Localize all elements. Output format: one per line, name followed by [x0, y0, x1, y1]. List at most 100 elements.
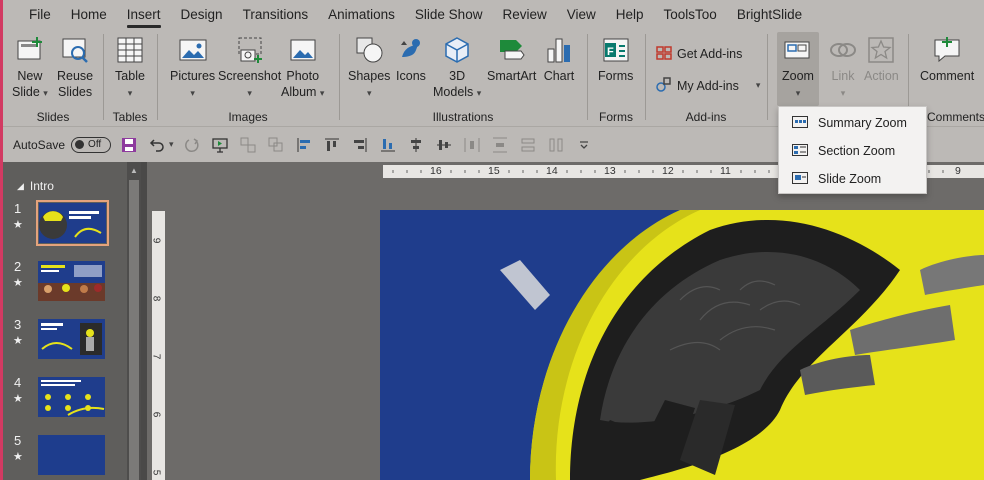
slide-number: 1 — [14, 201, 22, 216]
section-zoom-label: Section Zoom — [818, 144, 896, 158]
redo-icon[interactable] — [184, 137, 200, 153]
section-name: Intro — [29, 179, 54, 193]
slide-zoom-item[interactable]: Slide Zoom — [779, 165, 926, 193]
table-icon — [114, 34, 146, 66]
same-height-icon[interactable] — [548, 137, 564, 153]
pictures-button[interactable]: Pictures ▾ — [170, 34, 215, 101]
toggle-state: Off — [88, 139, 102, 150]
pane-splitter[interactable] — [141, 162, 147, 480]
pictures-label: Pictures ▾ — [170, 69, 216, 98]
screenshot-button[interactable]: Screenshot ▾ — [218, 34, 281, 101]
slide-thumbnail-1[interactable] — [36, 200, 109, 246]
smartart-button[interactable]: SmartArt — [487, 34, 536, 84]
photo-album-label: Photo Album ▾ — [281, 69, 325, 99]
summary-zoom-icon — [792, 115, 808, 131]
action-label: Action — [864, 69, 899, 83]
table-button[interactable]: Table ▾ — [114, 34, 146, 101]
svg-text:F: F — [607, 46, 614, 58]
zoom-button[interactable]: Zoom ▾ — [777, 32, 819, 106]
photo-album-icon — [287, 34, 319, 66]
icons-button[interactable]: Icons — [395, 34, 427, 84]
icons-icon — [395, 34, 427, 66]
distribute-vertical-icon[interactable] — [492, 137, 508, 153]
new-slide-label: New Slide ▾ — [12, 69, 48, 99]
tab-home[interactable]: Home — [61, 0, 117, 30]
section-zoom-item[interactable]: Section Zoom — [779, 137, 926, 165]
slide-thumbnail-5[interactable] — [38, 435, 105, 475]
collapse-triangle-icon[interactable]: ◢ — [17, 181, 24, 192]
autosave-label: AutoSave — [13, 137, 66, 152]
group-label-forms: Forms — [599, 110, 633, 124]
present-icon[interactable] — [211, 137, 228, 153]
tab-review[interactable]: Review — [492, 0, 556, 30]
slide-thumbnail-4[interactable] — [38, 377, 105, 417]
same-width-icon[interactable] — [520, 137, 536, 153]
ungroup-icon[interactable] — [268, 137, 284, 153]
slide-thumbnail-2[interactable] — [38, 261, 105, 301]
section-header[interactable]: ◢ Intro — [17, 179, 54, 193]
tab-slide-show[interactable]: Slide Show — [405, 0, 493, 30]
tab-toolstoo[interactable]: ToolsToo — [654, 0, 727, 30]
tab-insert[interactable]: Insert — [117, 0, 171, 30]
align-left-icon[interactable] — [296, 137, 312, 153]
group-separator — [645, 34, 646, 120]
shapes-button[interactable]: Shapes ▾ — [348, 34, 390, 101]
link-button[interactable]: Link ▾ — [827, 34, 859, 101]
slide-thumbnail-3[interactable] — [38, 319, 105, 359]
align-bottom-icon[interactable] — [380, 137, 396, 153]
summary-zoom-label: Summary Zoom — [818, 116, 907, 130]
customize-qat-icon[interactable] — [576, 137, 592, 153]
undo-icon[interactable] — [149, 137, 165, 153]
group-separator — [339, 34, 340, 120]
slide-thumbnail-pane[interactable]: ◢ Intro 1 ★ 2 ★ 3 ★ 4 ★ 5 ★ — [3, 162, 127, 480]
undo-dropdown-icon[interactable]: ▾ — [169, 139, 174, 150]
forms-button[interactable]: F Forms — [598, 34, 633, 84]
reuse-slides-button[interactable]: Reuse Slides — [57, 34, 93, 100]
my-addins-button[interactable]: My Add-ins ▾ — [656, 76, 760, 95]
align-top-icon[interactable] — [324, 137, 340, 153]
ruler-tick-label: 14 — [546, 165, 558, 177]
autosave-toggle[interactable]: Off — [71, 136, 112, 153]
thumbnail-scrollbar[interactable]: ▲ — [127, 162, 141, 480]
3d-models-button[interactable]: 3D Models ▾ — [433, 34, 481, 101]
slide-canvas[interactable] — [380, 210, 984, 480]
tab-transitions[interactable]: Transitions — [233, 0, 319, 30]
group-label-images: Images — [228, 110, 268, 124]
align-middle-icon[interactable] — [436, 137, 452, 153]
distribute-horizontal-icon[interactable] — [464, 137, 480, 153]
icons-label: Icons — [396, 69, 426, 83]
toggle-knob — [75, 140, 85, 149]
chart-button[interactable]: Chart — [543, 34, 575, 84]
forms-icon: F — [600, 34, 632, 66]
tab-help[interactable]: Help — [606, 0, 654, 30]
group-icon[interactable] — [240, 137, 256, 153]
group-separator — [767, 34, 768, 120]
get-addins-button[interactable]: Get Add-ins — [656, 44, 742, 63]
scrollbar-thumb[interactable] — [129, 180, 139, 480]
ruler-tick-label: 7 — [150, 353, 162, 360]
ribbon-tabs: File Home Insert Design Transitions Anim… — [0, 0, 984, 30]
3d-models-label: 3D Models ▾ — [433, 69, 482, 99]
tab-brightslide[interactable]: BrightSlide — [727, 0, 812, 30]
tab-file[interactable]: File — [19, 0, 61, 30]
align-center-icon[interactable] — [408, 137, 424, 153]
comment-button[interactable]: Comment — [920, 34, 974, 84]
ruler-tick-label: 15 — [488, 165, 500, 177]
summary-zoom-item[interactable]: Summary Zoom — [779, 109, 926, 137]
ruler-tick-label: 6 — [150, 411, 162, 418]
action-button[interactable]: Action — [864, 34, 899, 84]
new-slide-button[interactable]: New Slide ▾ — [12, 34, 48, 101]
align-right-icon[interactable] — [352, 137, 368, 153]
get-addins-label: Get Add-ins — [677, 46, 743, 61]
slide-zoom-icon — [792, 171, 808, 187]
slide-photo — [380, 210, 984, 480]
workspace: ◢ Intro 1 ★ 2 ★ 3 ★ 4 ★ 5 ★ ▲ 16 15 14 1… — [0, 162, 984, 480]
tab-animations[interactable]: Animations — [318, 0, 405, 30]
ruler-tick-label: 9 — [150, 237, 162, 244]
photo-album-button[interactable]: Photo Album ▾ — [281, 34, 324, 101]
scroll-up-icon[interactable]: ▲ — [130, 166, 138, 175]
tab-view[interactable]: View — [557, 0, 606, 30]
save-icon[interactable] — [121, 137, 137, 153]
smartart-label: SmartArt — [487, 69, 537, 83]
tab-design[interactable]: Design — [171, 0, 233, 30]
